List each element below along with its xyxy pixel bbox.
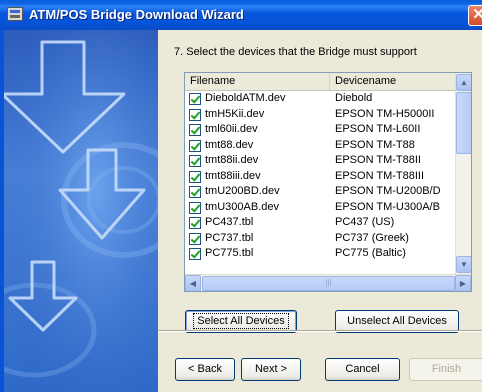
vertical-scrollbar[interactable]: ▲ ▼ bbox=[455, 73, 471, 274]
column-header-devicename[interactable]: Devicename bbox=[330, 73, 455, 90]
filename-cell: tml60ii.dev bbox=[205, 123, 258, 135]
close-button[interactable]: ✕ bbox=[468, 5, 482, 26]
horizontal-scroll-thumb[interactable]: ||| bbox=[202, 276, 455, 291]
checkbox-icon[interactable] bbox=[189, 170, 201, 183]
list-item[interactable]: tmt88iii.dev EPSON TM-T88III bbox=[185, 169, 455, 185]
list-item[interactable]: tmt88ii.dev EPSON TM-T88II bbox=[185, 153, 455, 169]
select-all-devices-label: Select All Devices bbox=[193, 313, 289, 329]
devicename-cell: EPSON TM-U200B/D bbox=[335, 185, 441, 197]
step-instruction: 7. Select the devices that the Bridge mu… bbox=[174, 46, 417, 58]
devicename-cell: EPSON TM-L60II bbox=[335, 123, 421, 135]
wizard-content: 7. Select the devices that the Bridge mu… bbox=[158, 30, 482, 392]
scroll-right-button[interactable]: ▶ bbox=[455, 275, 471, 291]
finish-button[interactable]: Finish bbox=[409, 358, 482, 381]
checkbox-icon[interactable] bbox=[189, 124, 201, 136]
devicename-cell: PC737 (Greek) bbox=[335, 231, 409, 244]
checkbox-icon[interactable] bbox=[189, 139, 201, 152]
checkbox-icon[interactable] bbox=[189, 108, 201, 121]
filename-cell: DieboldATM.dev bbox=[205, 92, 286, 104]
list-header: Filename Devicename bbox=[185, 73, 455, 91]
devicename-cell: EPSON TM-T88II bbox=[335, 154, 421, 166]
vertical-scroll-thumb[interactable] bbox=[456, 92, 471, 154]
list-item[interactable]: PC737.tbl PC737 (Greek) bbox=[185, 231, 455, 247]
checkbox-icon[interactable] bbox=[189, 201, 201, 214]
checkbox-icon[interactable] bbox=[189, 217, 201, 229]
filename-cell: tmU300AB.dev bbox=[205, 200, 279, 213]
arrow-down-graphic bbox=[4, 30, 158, 392]
horizontal-scrollbar[interactable]: ◀ ||| ▶ bbox=[185, 274, 471, 291]
filename-cell: tmt88iii.dev bbox=[205, 169, 261, 182]
filename-cell: tmt88ii.dev bbox=[205, 154, 259, 166]
filename-cell: tmt88.dev bbox=[205, 138, 254, 151]
filename-cell: PC437.tbl bbox=[205, 216, 254, 228]
filename-cell: PC737.tbl bbox=[205, 231, 254, 244]
window-title: ATM/POS Bridge Download Wizard bbox=[29, 7, 244, 22]
checkbox-icon[interactable] bbox=[189, 186, 201, 198]
devicename-cell: EPSON TM-H5000II bbox=[335, 107, 435, 120]
back-button[interactable]: < Back bbox=[175, 358, 235, 381]
devicename-cell: EPSON TM-U300A/B bbox=[335, 200, 440, 213]
scroll-up-button[interactable]: ▲ bbox=[456, 74, 471, 91]
filename-cell: PC775.tbl bbox=[205, 247, 254, 259]
wizard-window: ATM/POS Bridge Download Wizard ✕ 7. Sele… bbox=[0, 0, 482, 392]
list-item[interactable]: DieboldATM.dev Diebold bbox=[185, 91, 455, 107]
checkbox-icon[interactable] bbox=[189, 93, 201, 105]
checkbox-icon[interactable] bbox=[189, 232, 201, 245]
list-item[interactable]: PC775.tbl PC775 (Baltic) bbox=[185, 246, 455, 262]
devicename-cell: EPSON TM-T88III bbox=[335, 169, 425, 182]
button-separator bbox=[158, 330, 482, 332]
devicename-cell: PC775 (Baltic) bbox=[335, 247, 406, 259]
title-bar[interactable]: ATM/POS Bridge Download Wizard ✕ bbox=[0, 0, 482, 30]
filename-cell: tmH5Kii.dev bbox=[205, 107, 265, 120]
cancel-button[interactable]: Cancel bbox=[325, 358, 400, 381]
list-item[interactable]: tmU200BD.dev EPSON TM-U200B/D bbox=[185, 184, 455, 200]
scroll-left-button[interactable]: ◀ bbox=[185, 275, 201, 291]
list-item[interactable]: tml60ii.dev EPSON TM-L60II bbox=[185, 122, 455, 138]
checkbox-icon[interactable] bbox=[189, 155, 201, 167]
list-item[interactable]: tmt88.dev EPSON TM-T88 bbox=[185, 138, 455, 154]
device-list[interactable]: Filename Devicename DieboldATM.dev Diebol… bbox=[184, 72, 472, 292]
devicename-cell: EPSON TM-T88 bbox=[335, 138, 415, 151]
filename-cell: tmU200BD.dev bbox=[205, 185, 280, 197]
devicename-cell: Diebold bbox=[335, 92, 373, 104]
list-item[interactable]: tmU300AB.dev EPSON TM-U300A/B bbox=[185, 200, 455, 216]
list-item[interactable]: tmH5Kii.dev EPSON TM-H5000II bbox=[185, 107, 455, 123]
list-rows: DieboldATM.dev Diebold tmH5Kii.dev EPSON TM… bbox=[185, 91, 455, 273]
scroll-down-button[interactable]: ▼ bbox=[456, 256, 471, 273]
checkbox-icon[interactable] bbox=[189, 248, 201, 260]
column-header-filename[interactable]: Filename bbox=[185, 73, 330, 90]
list-item[interactable]: PC437.tbl PC437 (US) bbox=[185, 215, 455, 231]
wizard-side-panel bbox=[4, 30, 158, 392]
app-icon[interactable] bbox=[7, 7, 23, 21]
next-button[interactable]: Next > bbox=[241, 358, 301, 381]
devicename-cell: PC437 (US) bbox=[335, 216, 395, 228]
